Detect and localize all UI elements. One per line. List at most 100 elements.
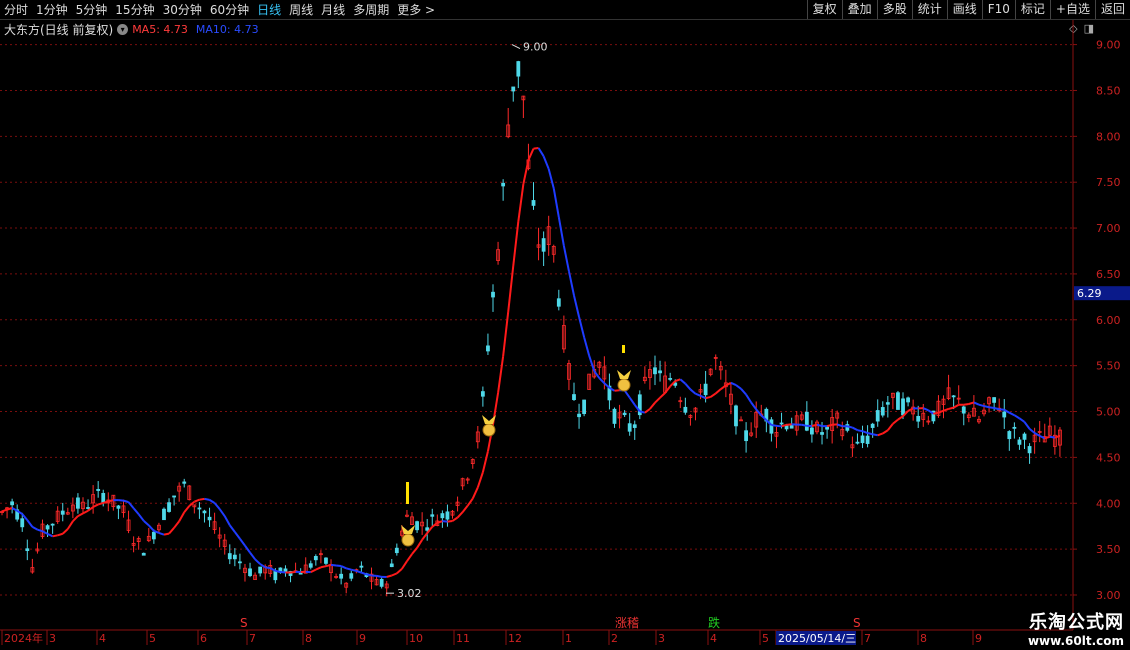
- ma-line-segment: [137, 513, 145, 522]
- ma-line-segment: [386, 574, 393, 578]
- x-tick-label: 8: [920, 632, 927, 645]
- ma-line-segment: [983, 405, 990, 409]
- ma-line-segment: [816, 423, 823, 428]
- watermark-title: 乐淘公式网: [1029, 612, 1124, 633]
- candle-body: [50, 523, 55, 526]
- candle-body: [516, 61, 521, 77]
- y-tick-label: 3.00: [1096, 589, 1121, 602]
- ma-line-segment: [938, 409, 944, 414]
- candle-body: [486, 345, 490, 352]
- ma-line-segment: [628, 396, 636, 406]
- ma-line-segment: [92, 503, 99, 508]
- ma-line-segment: [771, 424, 777, 427]
- candle-body: [273, 570, 278, 581]
- candle-body: [658, 370, 662, 374]
- ma-line-segment: [872, 433, 878, 437]
- ma-line-segment: [265, 566, 271, 570]
- ma-line-segment: [471, 487, 479, 499]
- ma-line-segment: [163, 532, 170, 536]
- ma-line-segment: [123, 499, 129, 504]
- ma-line-segment: [801, 423, 808, 427]
- ma-line-segment: [867, 432, 873, 436]
- ma-line-segment: [497, 356, 505, 394]
- candle-body: [901, 398, 905, 416]
- ma-line-segment: [639, 410, 646, 414]
- candle-body: [1022, 433, 1027, 440]
- candle-body: [445, 511, 450, 520]
- candle-body: [744, 430, 748, 442]
- candle-body: [162, 508, 166, 521]
- candle-body: [703, 383, 708, 396]
- bottom-badge-3: S: [853, 616, 861, 630]
- candle-body: [916, 415, 921, 422]
- candle-body: [1002, 411, 1007, 418]
- candle-body: [20, 518, 25, 528]
- ma-line-segment: [431, 522, 438, 528]
- ma-line-segment: [234, 531, 241, 540]
- candle-body: [1027, 446, 1032, 454]
- candle-body: [810, 427, 814, 435]
- ma-line-segment: [740, 388, 747, 396]
- candle-body: [906, 397, 910, 403]
- ma-line-segment: [623, 389, 631, 399]
- ma-line-segment: [877, 432, 884, 437]
- ma-line-segment: [31, 525, 38, 531]
- ma-line-segment: [654, 396, 661, 404]
- candle-body: [96, 489, 101, 491]
- ma-line-segment: [1028, 428, 1036, 434]
- ma-line-segment: [183, 505, 191, 513]
- x-tick-label: 5: [149, 632, 156, 645]
- ma-line-segment: [26, 519, 34, 528]
- candle-body: [896, 392, 900, 410]
- ma-line-segment: [786, 423, 792, 426]
- ma-line-segment: [644, 408, 651, 414]
- candle-body: [683, 406, 688, 413]
- ma-line-segment: [968, 401, 975, 405]
- ma-line-segment: [684, 383, 692, 391]
- candle-body: [339, 573, 344, 579]
- money-bag-icon: [401, 533, 415, 547]
- ma-line-segment: [522, 159, 530, 185]
- candle-body: [238, 561, 242, 564]
- candle-body: [541, 238, 546, 252]
- ma-line-segment: [108, 499, 114, 503]
- candle-body: [582, 399, 587, 415]
- ma-line-segment: [269, 567, 276, 572]
- candle-body: [172, 495, 177, 498]
- y-tick-label: 8.50: [1096, 84, 1121, 97]
- x-tick-label: 3: [49, 632, 56, 645]
- candle-body: [308, 563, 313, 568]
- candle-body: [232, 554, 237, 560]
- x-tick-label: 8: [305, 632, 312, 645]
- ma-line-segment: [209, 499, 216, 504]
- ma-line-segment: [993, 407, 1000, 411]
- candle-body: [511, 86, 516, 92]
- ma-line-segment: [730, 381, 737, 386]
- kline-chart[interactable]: 9.00 8.50 8.00 7.50 7.00 6.50 6.00 5.50 5.00 4.50…: [0, 0, 1130, 650]
- candle-body: [734, 405, 738, 427]
- ma-line-segment: [143, 520, 150, 527]
- ma-line-segment: [320, 565, 327, 569]
- ma-line-segment: [77, 512, 84, 517]
- candle-body: [627, 423, 632, 432]
- ma-line-segment: [228, 524, 236, 533]
- candle-body: [141, 552, 146, 556]
- x-tick-label: 5: [762, 632, 769, 645]
- y-tick-label: 5.00: [1096, 406, 1121, 419]
- ma-line-segment: [158, 531, 165, 536]
- ma-line-segment: [857, 429, 863, 433]
- candle-body: [349, 573, 354, 579]
- bottom-badge-2: 跌: [708, 615, 720, 630]
- ma-line-segment: [366, 573, 372, 577]
- ma-line-segment: [847, 425, 853, 429]
- ma-line-segment: [416, 539, 423, 549]
- ma-line-segment: [897, 415, 904, 421]
- candle-body: [167, 502, 171, 512]
- ma-line-segment: [907, 407, 914, 412]
- y-tick-label: 4.50: [1096, 451, 1121, 464]
- y-tick-label: 6.50: [1096, 268, 1121, 281]
- candle-body: [76, 497, 80, 509]
- candle-body: [612, 408, 617, 424]
- candle-body: [556, 298, 561, 307]
- candle-body: [825, 426, 829, 430]
